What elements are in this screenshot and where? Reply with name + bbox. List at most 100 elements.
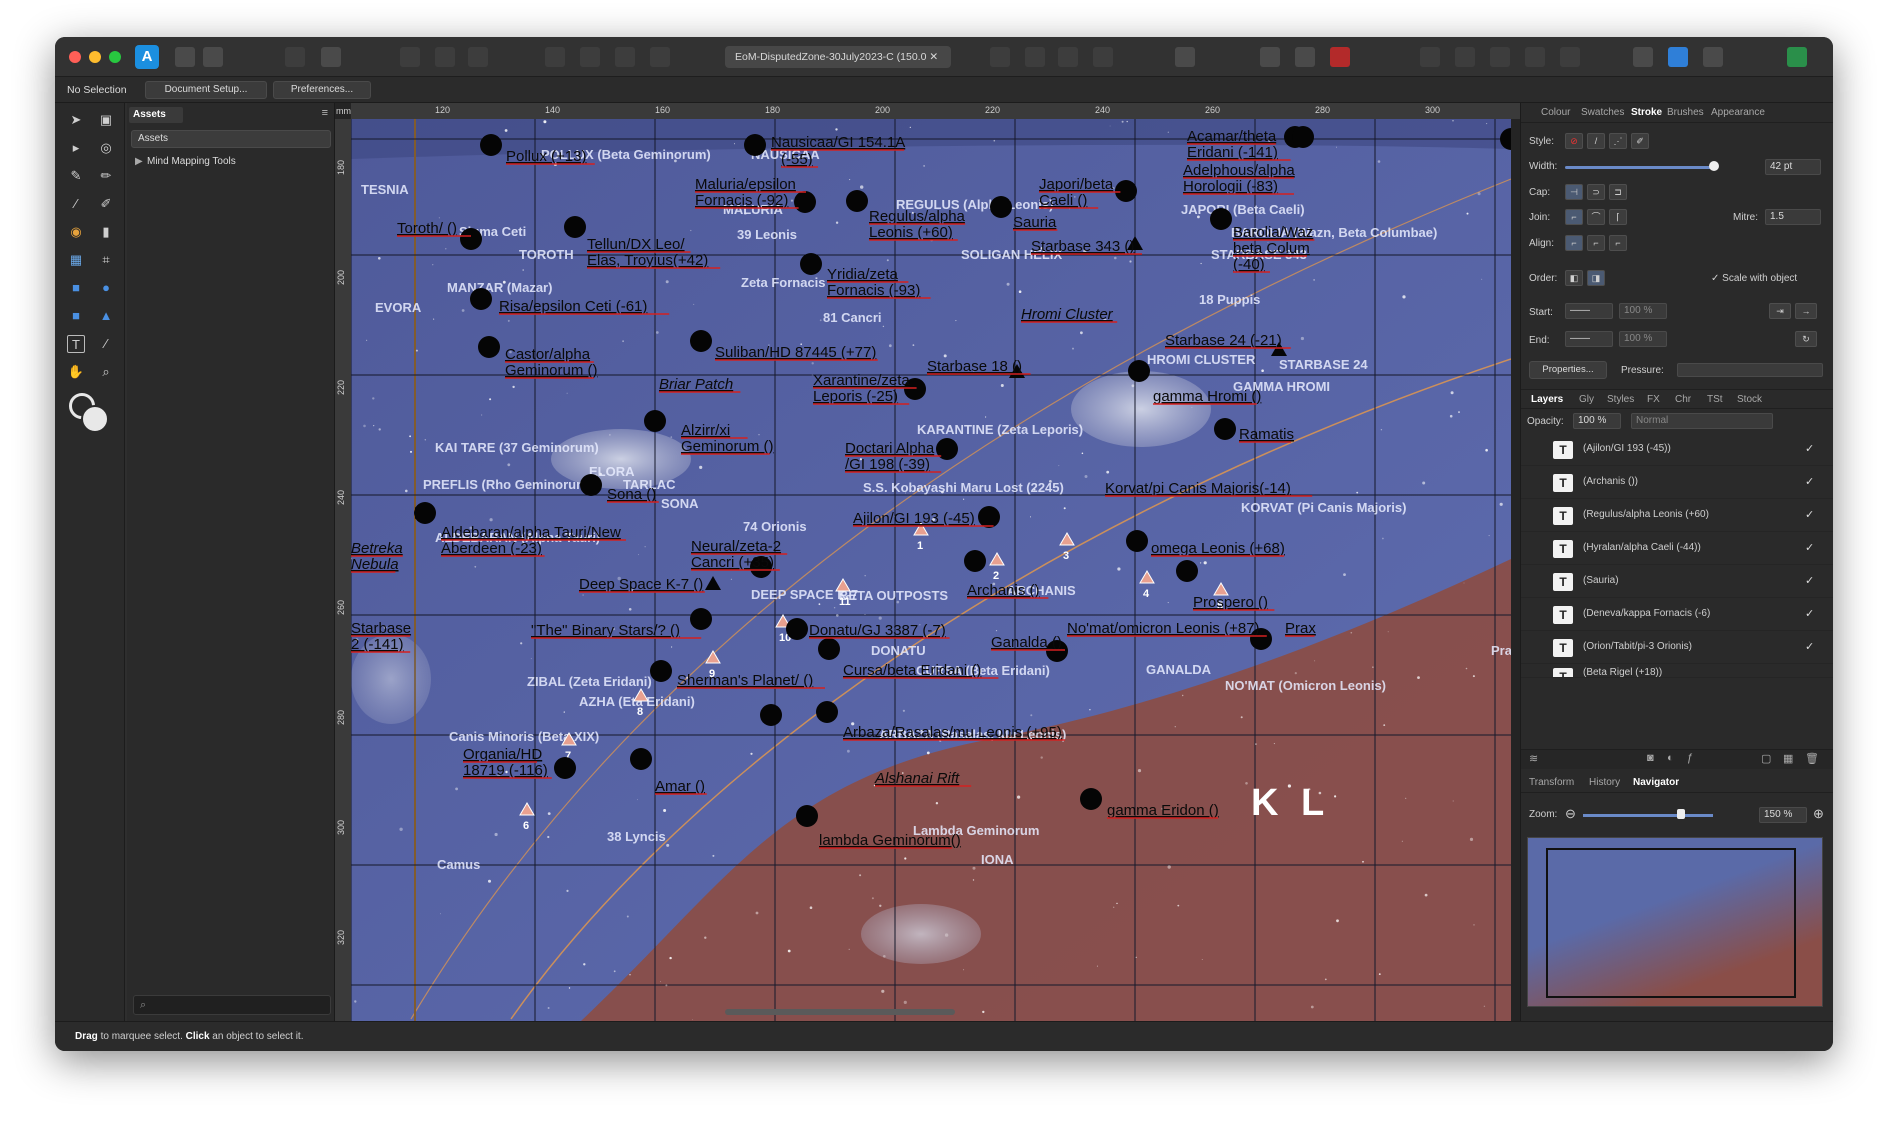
system-marker[interactable]: [964, 550, 986, 572]
system-label[interactable]: L: [1301, 782, 1324, 824]
grid-icon[interactable]: [1260, 47, 1280, 67]
layer-row[interactable]: T (Deneva/kappa Fornacis (-6) ✓: [1521, 598, 1833, 631]
square-cap-button[interactable]: ⊐: [1609, 184, 1627, 200]
zoom-in-icon[interactable]: ⊕: [1813, 806, 1824, 822]
tab-stroke[interactable]: Stroke: [1631, 107, 1662, 118]
document-tab[interactable]: EoM-DisputedZone-30July2023-C (150.0 ✕: [725, 46, 951, 68]
minimize-window-button[interactable]: [89, 51, 101, 63]
align-inside-button[interactable]: ⌐: [1587, 235, 1605, 251]
rectangle-tool-icon[interactable]: ■: [67, 279, 85, 297]
vector-brush-icon[interactable]: ⁄: [67, 195, 85, 213]
system-label[interactable]: (-55): [781, 151, 813, 168]
system-label[interactable]: No'mat/omicron Leonis (+87): [1067, 620, 1260, 637]
system-label[interactable]: Starbase 24 (-21): [1165, 332, 1282, 349]
layer-row[interactable]: T (Regulus/alpha Leonis (+60) ✓: [1521, 499, 1833, 532]
system-label[interactable]: Arbaza/Rasalas/mu Leonis (+95): [843, 724, 1062, 741]
system-label[interactable]: Cancri (+35): [691, 554, 774, 571]
system-label[interactable]: Fornacis (-92): [695, 192, 788, 209]
system-label[interactable]: Japori/beta: [1039, 176, 1114, 193]
zoom-out-icon[interactable]: ⊖: [1565, 806, 1576, 822]
artboard-tool-icon[interactable]: ▣: [97, 111, 115, 129]
system-marker[interactable]: [794, 191, 816, 213]
layer-visibility-checkbox[interactable]: ✓: [1805, 541, 1814, 554]
back-one-icon[interactable]: [615, 47, 635, 67]
system-label[interactable]: Geminorum (): [505, 362, 598, 379]
paint-brush-icon[interactable]: ✐: [97, 195, 115, 213]
system-label[interactable]: Cursa/beta Eridani (): [843, 662, 981, 679]
move-tool-icon[interactable]: ➤: [67, 111, 85, 129]
layer-visibility-checkbox[interactable]: ✓: [1805, 508, 1814, 521]
transform-icon[interactable]: [400, 47, 420, 67]
tab-navigator[interactable]: Navigator: [1633, 777, 1679, 788]
system-marker[interactable]: [846, 190, 868, 212]
system-marker[interactable]: [470, 288, 492, 310]
system-label[interactable]: Starbase 343 (): [1031, 238, 1134, 255]
reset-arrow-button[interactable]: ↻: [1795, 331, 1817, 347]
boolean-intersect-icon[interactable]: [1490, 47, 1510, 67]
document-setup-button[interactable]: Document Setup...: [145, 81, 267, 99]
layer-visibility-checkbox[interactable]: ✓: [1805, 475, 1814, 488]
arrow-position-button[interactable]: →: [1795, 303, 1817, 319]
stroke-front-fill-button[interactable]: ◨: [1587, 270, 1605, 286]
studio-link-icon[interactable]: [321, 47, 341, 67]
system-label[interactable]: Archanis (): [967, 582, 1040, 599]
system-label[interactable]: Prax: [1285, 620, 1316, 637]
system-marker[interactable]: [460, 228, 482, 250]
zoom-tool-icon[interactable]: ⌕: [97, 363, 115, 381]
system-label[interactable]: Elas, Troyius(+42): [587, 252, 708, 269]
pen-tool-icon[interactable]: ✎: [67, 167, 85, 185]
system-label[interactable]: gamma Hromi (): [1153, 388, 1261, 405]
system-marker[interactable]: [1176, 560, 1198, 582]
system-marker[interactable]: [744, 134, 766, 156]
scale-checkbox[interactable]: ✓ Scale with object: [1711, 273, 1797, 284]
system-label[interactable]: Sherman's Planet/ (): [677, 672, 813, 689]
share-icon[interactable]: [203, 47, 223, 67]
layer-row[interactable]: T (Sauria) ✓: [1521, 565, 1833, 598]
end-arrowhead-select[interactable]: ——: [1565, 331, 1613, 347]
navigator-view-rect[interactable]: [1546, 848, 1796, 998]
star-map-artwork[interactable]: POLLUX (Beta Geminorum) NAUSICAAMALURIA RE…: [351, 119, 1511, 1021]
system-marker[interactable]: [800, 253, 822, 275]
rotate-right-icon[interactable]: [1093, 47, 1113, 67]
fill-color-well[interactable]: [81, 405, 109, 433]
hand-tool-icon[interactable]: ✋: [67, 363, 85, 381]
zoom-slider-thumb[interactable]: [1677, 809, 1685, 819]
trash-icon[interactable]: 🗑: [1805, 752, 1819, 765]
system-marker[interactable]: [1210, 208, 1232, 230]
flip-v-icon[interactable]: [1025, 47, 1045, 67]
system-marker[interactable]: [760, 704, 782, 726]
system-marker[interactable]: [480, 134, 502, 156]
layer-row[interactable]: T (Orion/Tabit/pi-3 Orionis) ✓: [1521, 631, 1833, 664]
system-label[interactable]: (-40): [1233, 256, 1265, 273]
tab-layers[interactable]: Layers: [1531, 394, 1563, 405]
export-icon[interactable]: [285, 47, 305, 67]
tab-fx[interactable]: FX: [1647, 394, 1660, 405]
properties-button[interactable]: Properties...: [1529, 361, 1607, 379]
close-window-button[interactable]: [69, 51, 81, 63]
vertical-ruler[interactable]: 180 200 220 240 260 280 300 320: [335, 119, 351, 1021]
round-join-button[interactable]: ⌒: [1587, 209, 1605, 225]
system-label[interactable]: Yridia/zeta: [827, 266, 899, 283]
boolean-xor-icon[interactable]: [1525, 47, 1545, 67]
layer-row[interactable]: T (Hyralan/alpha Caeli (-44)) ✓: [1521, 532, 1833, 565]
system-label[interactable]: Geminorum (): [681, 438, 774, 455]
solid-stroke-style-button[interactable]: /: [1587, 133, 1605, 149]
layer-visibility-checkbox[interactable]: ✓: [1805, 442, 1814, 455]
horizontal-ruler[interactable]: 120 140 160 180 200 220 240 260 280 300: [351, 103, 1520, 119]
system-label[interactable]: Leonis (+60): [869, 224, 953, 241]
system-label[interactable]: Adelphous/alpha: [1183, 162, 1295, 179]
system-label[interactable]: 2 (-141): [351, 636, 404, 653]
system-label[interactable]: Regulus/alpha: [869, 208, 966, 225]
system-label[interactable]: Barolia/Waz: [1233, 224, 1313, 241]
system-label[interactable]: Aberdeen (-23): [441, 540, 542, 557]
system-label[interactable]: Ajilon/GI 193 (-45): [853, 510, 975, 527]
no-stroke-style-button[interactable]: ⊘: [1565, 133, 1583, 149]
rounded-rect-tool-icon[interactable]: ■: [67, 307, 85, 325]
system-label[interactable]: Castor/alpha: [505, 346, 591, 363]
system-marker[interactable]: [978, 506, 1000, 528]
system-label[interactable]: Ramatis: [1239, 426, 1294, 443]
system-label[interactable]: Caeli (): [1039, 192, 1087, 209]
system-label[interactable]: Nausicaa/GI 154.1A: [771, 134, 905, 151]
system-marker[interactable]: [816, 701, 838, 723]
node-tool-icon[interactable]: ▸: [67, 139, 85, 157]
